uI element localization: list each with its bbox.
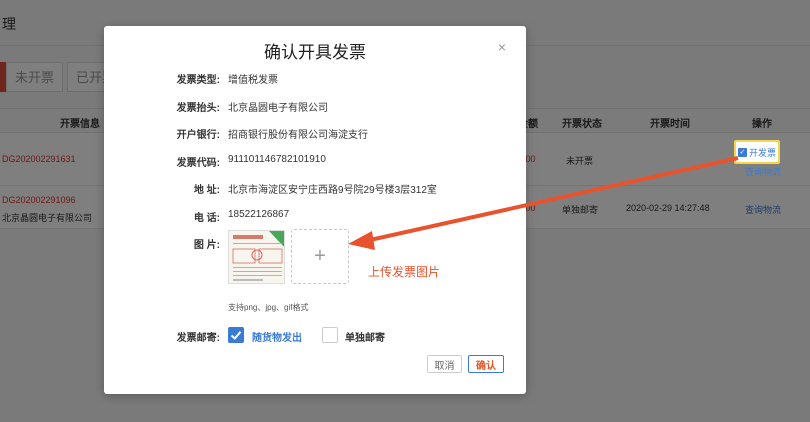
plus-icon: + — [314, 245, 326, 267]
image-label: 图 片: — [193, 240, 220, 251]
invoice-title-label: 发票抬头: — [176, 103, 220, 114]
checkbox-icon: ✓ — [737, 147, 747, 157]
invoice-image-icon — [229, 231, 284, 283]
address-label: 地 址: — [193, 185, 220, 196]
address-value: 北京市海淀区安宁庄西路9号院29号楼3层312室 — [228, 185, 437, 196]
invoice-image-thumbnail[interactable] — [228, 230, 285, 284]
invoice-title-value: 北京晶圆电子有限公司 — [228, 103, 328, 114]
invoice-type-value: 增值税发票 — [228, 75, 278, 86]
mail-separately-label[interactable]: 单独邮寄 — [345, 329, 385, 344]
invoice-code-label: 发票代码: — [176, 158, 220, 169]
invoice-code-value: 911101146782101910 — [228, 154, 326, 165]
issue-invoice-button[interactable]: ✓ 开发票 — [734, 140, 780, 164]
upload-format-note: 支持png、jpg、gif格式 — [228, 303, 309, 312]
check-icon — [230, 331, 242, 340]
ship-with-goods-checkbox[interactable] — [228, 327, 244, 343]
bank-label: 开户银行: — [176, 130, 220, 141]
invoice-type-label: 发票类型: — [176, 75, 220, 86]
ship-with-goods-label[interactable]: 随货物发出 — [252, 329, 302, 344]
phone-label: 电 话: — [193, 213, 220, 224]
mail-separately-checkbox[interactable] — [322, 327, 338, 343]
upload-image-button[interactable]: + — [291, 229, 349, 284]
confirm-invoice-dialog: 确认开具发票 × 发票类型: 增值税发票 发票抬头: 北京晶圆电子有限公司 开户… — [104, 26, 526, 394]
confirm-button[interactable]: 确认 — [468, 355, 504, 373]
dialog-title: 确认开具发票 — [264, 43, 366, 62]
close-icon[interactable]: × — [498, 39, 506, 55]
track-logistics-link[interactable]: 查询物流 — [745, 165, 781, 178]
bank-value: 招商银行股份有限公司海淀支行 — [228, 130, 368, 141]
cancel-button[interactable]: 取消 — [427, 355, 462, 373]
phone-value: 18522126867 — [228, 209, 290, 220]
mail-label: 发票邮寄: — [176, 333, 220, 344]
issue-invoice-label: 开发票 — [748, 147, 776, 158]
upload-callout: 上传发票图片 — [368, 265, 441, 279]
